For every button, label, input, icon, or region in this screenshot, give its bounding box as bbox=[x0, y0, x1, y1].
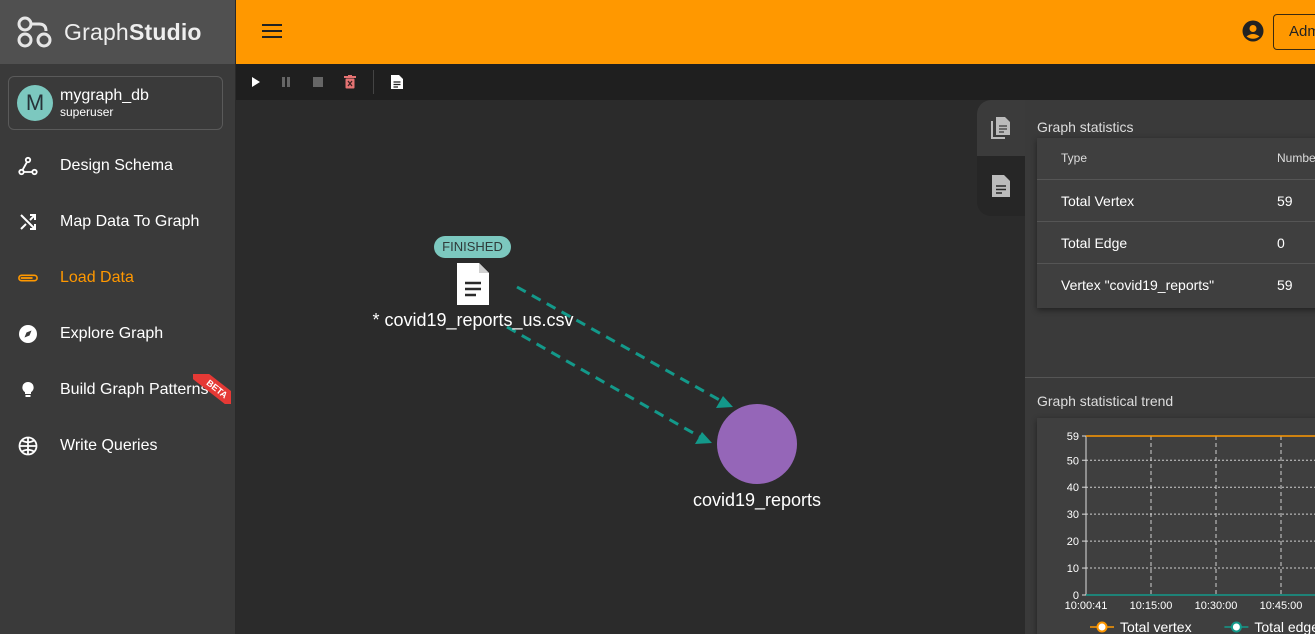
globe-icon bbox=[18, 436, 38, 456]
graphstudio-logo-icon bbox=[17, 16, 52, 48]
y-tick-label: 30 bbox=[1067, 509, 1079, 521]
load-toolbar bbox=[236, 64, 1315, 100]
lightbulb-icon bbox=[18, 380, 38, 400]
edges-layer bbox=[506, 285, 733, 444]
sidebar-item-label: Build Graph Patterns bbox=[60, 381, 209, 398]
sidebar-item-build-patterns[interactable]: Build Graph Patterns BETA bbox=[0, 362, 236, 418]
account-card[interactable]: M mygraph_db superuser bbox=[8, 76, 223, 130]
panel-tabs bbox=[977, 100, 1025, 216]
trend-chart-svg: 010203040505910:00:41 10:15:00 10:30:00 10:… bbox=[1065, 431, 1315, 634]
sidebar-nav: Design Schema Map Data To Graph Load Dat… bbox=[0, 138, 236, 474]
row-number: 59 bbox=[1277, 277, 1293, 293]
account-name: mygraph_db bbox=[60, 87, 149, 104]
sidebar-item-label: Map Data To Graph bbox=[60, 213, 200, 230]
y-tick-label: 10 bbox=[1067, 563, 1079, 575]
load-data-icon bbox=[18, 268, 38, 288]
admin-button[interactable]: Admin bbox=[1273, 14, 1315, 50]
avatar: M bbox=[17, 85, 53, 121]
top-header: Admin bbox=[236, 0, 1315, 64]
graph-canvas[interactable]: FINISHED * covid19_reports_us.csv covid1… bbox=[236, 100, 1025, 634]
x-tick-label: 10:45:00 bbox=[1260, 600, 1303, 612]
stats-title: Graph statistics bbox=[1037, 119, 1134, 135]
menu-icon[interactable] bbox=[262, 24, 282, 40]
file-node-label: * covid19_reports_us.csv bbox=[372, 310, 574, 330]
description-icon bbox=[992, 175, 1010, 197]
pause-icon[interactable] bbox=[277, 73, 295, 91]
beta-badge: BETA bbox=[193, 374, 231, 404]
sidebar-item-label: Load Data bbox=[60, 269, 134, 286]
table-row: Total Edge 0 bbox=[1037, 222, 1315, 264]
statistics-panel: Graph statistics Type Number Total Verte… bbox=[1025, 100, 1315, 634]
y-tick-label: 59 bbox=[1067, 431, 1079, 443]
row-type: Vertex "covid19_reports" bbox=[1061, 277, 1215, 293]
sidebar: GraphStudio M mygraph_db superuser Desig… bbox=[0, 0, 236, 634]
status-badge: FINISHED bbox=[434, 236, 511, 258]
y-tick-label: 40 bbox=[1067, 482, 1079, 494]
tab-file-info[interactable] bbox=[977, 158, 1025, 214]
legend-label: Total edge bbox=[1254, 619, 1315, 634]
column-header-type: Type bbox=[1061, 151, 1088, 165]
trend-chart: 0 10 20 30 40 50 59 10:00:41 10:15:00 10:30:00 10:… bbox=[1037, 418, 1315, 634]
brand-name: GraphStudio bbox=[64, 18, 202, 45]
sidebar-item-label: Explore Graph bbox=[60, 325, 164, 342]
row-number: 0 bbox=[1277, 235, 1285, 251]
sidebar-item-label: Design Schema bbox=[60, 157, 173, 174]
sidebar-item-label: Write Queries bbox=[60, 437, 158, 454]
row-type: Total Edge bbox=[1061, 235, 1128, 251]
vertex-label: covid19_reports bbox=[692, 490, 822, 510]
stats-table: Type Number Total Vertex 59 Total Edge 0… bbox=[1037, 138, 1315, 308]
schema-icon bbox=[18, 156, 38, 176]
edge-arrowhead bbox=[695, 432, 712, 444]
play-icon[interactable] bbox=[247, 73, 265, 91]
sidebar-item-design-schema[interactable]: Design Schema bbox=[0, 138, 236, 194]
trend-title: Graph statistical trend bbox=[1037, 393, 1174, 409]
table-row: Vertex "covid19_reports" 59 bbox=[1037, 264, 1315, 306]
row-number: 59 bbox=[1277, 193, 1293, 209]
vertex-node[interactable] bbox=[717, 404, 797, 484]
sidebar-item-load-data[interactable]: Load Data bbox=[0, 250, 236, 306]
legend-marker bbox=[1096, 621, 1108, 633]
x-tick-label: 10:30:00 bbox=[1195, 600, 1238, 612]
edge-line bbox=[516, 285, 726, 405]
shuffle-icon bbox=[18, 212, 38, 232]
file-node-icon[interactable] bbox=[457, 263, 489, 305]
toolbar-divider bbox=[373, 70, 374, 94]
column-header-number: Number bbox=[1277, 151, 1315, 165]
x-tick-label: 10:15:00 bbox=[1130, 600, 1173, 612]
delete-icon[interactable] bbox=[341, 73, 359, 91]
account-role: superuser bbox=[60, 105, 114, 119]
brand[interactable]: GraphStudio bbox=[0, 0, 235, 64]
y-tick-label: 50 bbox=[1067, 455, 1079, 467]
row-type: Total Vertex bbox=[1061, 193, 1135, 209]
compass-icon bbox=[18, 324, 38, 344]
table-row: Total Vertex 59 bbox=[1037, 180, 1315, 222]
legend-label: Total vertex bbox=[1120, 619, 1192, 634]
tab-statistics[interactable] bbox=[977, 100, 1025, 156]
file-copy-icon bbox=[991, 117, 1010, 139]
sidebar-item-map-data[interactable]: Map Data To Graph bbox=[0, 194, 236, 250]
account-circle-icon[interactable] bbox=[1242, 20, 1264, 42]
stop-icon[interactable] bbox=[309, 73, 327, 91]
edge-line bbox=[506, 325, 703, 440]
file-icon[interactable] bbox=[388, 73, 406, 91]
panel-divider bbox=[1025, 377, 1315, 378]
sidebar-item-write-queries[interactable]: Write Queries bbox=[0, 418, 236, 474]
sidebar-item-explore-graph[interactable]: Explore Graph bbox=[0, 306, 236, 362]
legend-marker bbox=[1230, 621, 1242, 633]
table-header-row: Type Number bbox=[1037, 138, 1315, 180]
x-tick-label: 10:00:41 bbox=[1065, 600, 1108, 612]
y-tick-label: 20 bbox=[1067, 536, 1079, 548]
